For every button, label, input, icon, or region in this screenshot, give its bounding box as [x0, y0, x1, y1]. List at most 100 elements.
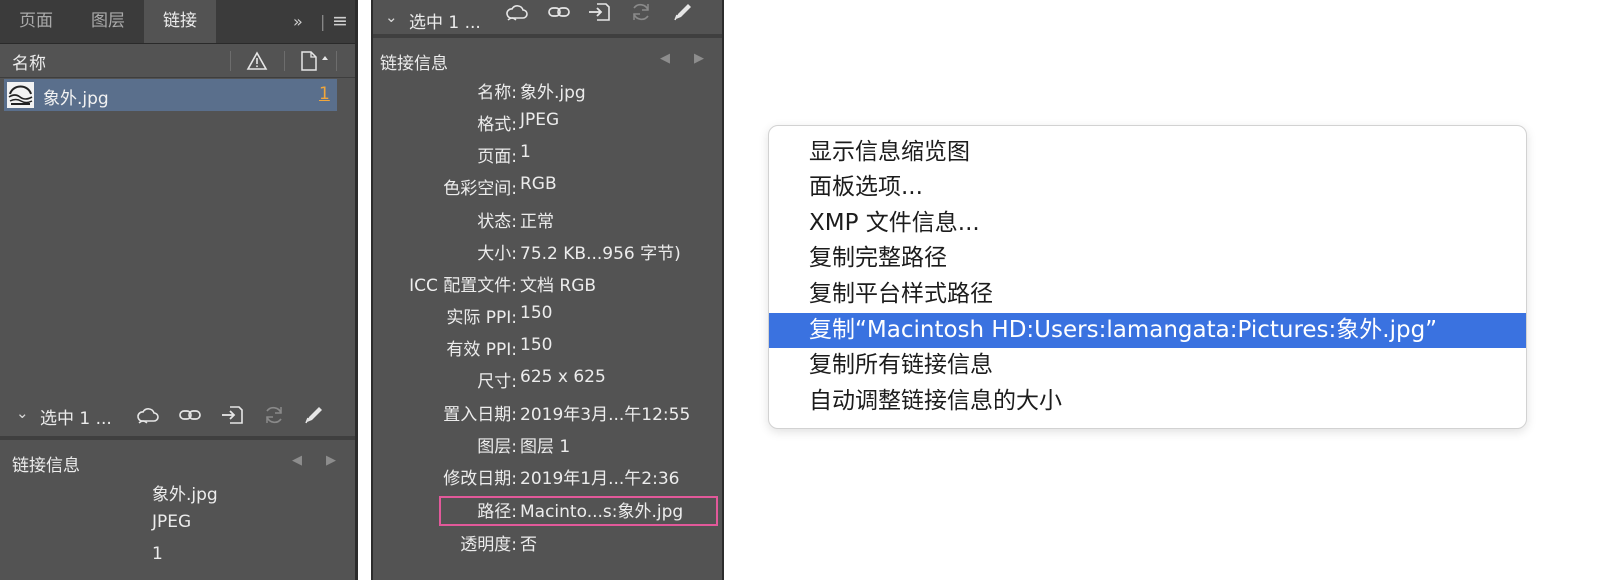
tab-pages[interactable]: 页面: [0, 0, 72, 43]
selection-label: 选中 1 ...: [40, 409, 112, 429]
info-value: JPEG: [520, 110, 560, 130]
info-value: JPEG: [152, 512, 192, 532]
link-thumbnail: [7, 82, 34, 108]
edit-original-icon[interactable]: [302, 404, 326, 426]
link-page-number[interactable]: 1: [319, 84, 330, 104]
info-value: 象外.jpg: [520, 83, 586, 103]
menu-item-copy-path-value[interactable]: 复制“Macintosh HD:Users:lamangata:Pictures…: [769, 313, 1526, 348]
path-highlight-outline: [439, 496, 718, 526]
info-row: 尺寸: 625 x 625: [373, 367, 722, 397]
link-name: 象外.jpg: [43, 89, 109, 109]
info-key: 修改日期:: [443, 469, 517, 489]
info-row: 图层: 图层 1: [373, 432, 722, 462]
info-key: ICC 配置文件:: [409, 276, 517, 296]
section-divider: [0, 436, 355, 440]
info-value: 75.2 KB...956 字节): [520, 244, 681, 264]
update-link-icon[interactable]: [629, 1, 653, 23]
link-info-title: 链接信息: [12, 456, 80, 476]
info-value: 文档 RGB: [520, 276, 597, 296]
column-divider: [284, 51, 285, 71]
menu-item-show-thumbnail[interactable]: 显示信息缩览图: [769, 135, 1526, 170]
info-value: 1: [152, 544, 163, 564]
relink-icon[interactable]: [178, 404, 202, 426]
info-key: 实际 PPI:: [446, 308, 517, 328]
info-value: 正常: [520, 212, 554, 232]
warning-icon[interactable]: [246, 51, 268, 75]
info-row: 透明度: 否: [373, 530, 722, 560]
info-row: 置入日期: 2019年3月...午12:55: [373, 400, 722, 430]
column-divider: [230, 51, 231, 71]
menu-item-auto-resize-info[interactable]: 自动调整链接信息的大小: [769, 384, 1526, 419]
previous-link-icon[interactable]: ◀: [292, 453, 302, 468]
info-key: 名称:: [477, 83, 517, 103]
info-row: 色彩空间: RGB: [373, 174, 722, 204]
page-column-icon[interactable]: [300, 50, 336, 76]
link-info-header: 链接信息 ◀ ▶: [373, 42, 722, 76]
info-row: 格式: JPEG: [373, 110, 722, 140]
next-link-icon[interactable]: ▶: [326, 453, 336, 468]
info-key: 格式:: [477, 115, 517, 135]
menu-item-xmp-info[interactable]: XMP 文件信息...: [769, 206, 1526, 241]
cloud-link-icon[interactable]: [136, 404, 160, 426]
go-to-link-icon[interactable]: [220, 404, 244, 426]
info-row: 修改日期: 2019年1月...午2:36: [373, 464, 722, 494]
chevron-down-icon[interactable]: ⌄: [16, 404, 29, 422]
info-value: 150: [520, 303, 553, 323]
tab-layers[interactable]: 图层: [72, 0, 144, 43]
panel-menu-icon[interactable]: ≡: [332, 0, 348, 43]
info-value: 图层 1: [520, 437, 571, 457]
info-key: 置入日期:: [443, 405, 517, 425]
column-name-label[interactable]: 名称: [12, 49, 46, 74]
info-key: 页面:: [477, 147, 517, 167]
info-key: 图层:: [477, 437, 517, 457]
info-row: 名称: 象外.jpg: [373, 78, 722, 108]
next-link-icon[interactable]: ▶: [694, 51, 704, 66]
menu-item-copy-platform-path[interactable]: 复制平台样式路径: [769, 277, 1526, 312]
tab-separator: |: [320, 12, 326, 31]
info-key: 大小:: [477, 244, 517, 264]
column-divider: [336, 51, 337, 71]
info-value: 625 x 625: [520, 367, 606, 387]
info-key: 状态:: [477, 212, 517, 232]
tab-overflow-icon[interactable]: »: [293, 0, 303, 43]
info-row: 页面: 1: [373, 142, 722, 172]
link-info-panel: ⌄ 选中 1 ... 链接信息 ◀ ▶ 名称: 象外.jpg 格式: JPEG 页面…: [371, 0, 724, 580]
info-value: 150: [520, 335, 553, 355]
links-column-header: 名称: [0, 43, 355, 78]
links-toolbar: ⌄ 选中 1 ...: [0, 396, 355, 436]
info-row: 大小: 75.2 KB...956 字节): [373, 239, 722, 269]
info-value: 2019年3月...午12:55: [520, 405, 691, 425]
info-row: ICC 配置文件: 文档 RGB: [373, 271, 722, 301]
info-key: 色彩空间:: [443, 179, 517, 199]
go-to-link-icon[interactable]: [587, 1, 611, 23]
context-menu: 显示信息缩览图 面板选项... XMP 文件信息... 复制完整路径 复制平台样…: [768, 125, 1527, 429]
section-divider: [373, 34, 722, 38]
menu-item-copy-all-info[interactable]: 复制所有链接信息: [769, 348, 1526, 383]
panel-tab-bar: 页面 图层 链接 » | ≡: [0, 0, 355, 44]
link-list-item[interactable]: 象外.jpg 1: [4, 79, 337, 111]
update-link-icon[interactable]: [262, 404, 286, 426]
info-row: 有效 PPI: 150: [373, 335, 722, 365]
links-panel: 页面 图层 链接 » | ≡ 名称 象外.jpg 1 ⌄ 选中 1 ... 链接…: [0, 0, 358, 580]
info-value: RGB: [520, 174, 557, 194]
previous-link-icon[interactable]: ◀: [660, 51, 670, 66]
info-key: 有效 PPI:: [446, 340, 517, 360]
info-row: 状态: 正常: [373, 207, 722, 237]
info-value: 象外.jpg: [152, 485, 218, 505]
info-value: 2019年1月...午2:36: [520, 469, 680, 489]
menu-item-panel-options[interactable]: 面板选项...: [769, 170, 1526, 205]
selection-label: 选中 1 ...: [409, 13, 481, 33]
menu-item-copy-full-path[interactable]: 复制完整路径: [769, 241, 1526, 276]
info-key: 透明度:: [460, 535, 517, 555]
info-key: 尺寸:: [477, 372, 517, 392]
link-info-header: 链接信息 ◀ ▶: [0, 444, 355, 478]
info-value: 1: [520, 142, 531, 162]
edit-original-icon[interactable]: [671, 1, 695, 23]
info-row: 实际 PPI: 150: [373, 303, 722, 333]
info-value: 否: [520, 535, 537, 555]
link-info-title: 链接信息: [380, 54, 448, 74]
relink-icon[interactable]: [547, 1, 571, 23]
cloud-link-icon[interactable]: [505, 1, 529, 23]
tab-links[interactable]: 链接: [144, 0, 216, 43]
chevron-down-icon[interactable]: ⌄: [385, 8, 398, 26]
